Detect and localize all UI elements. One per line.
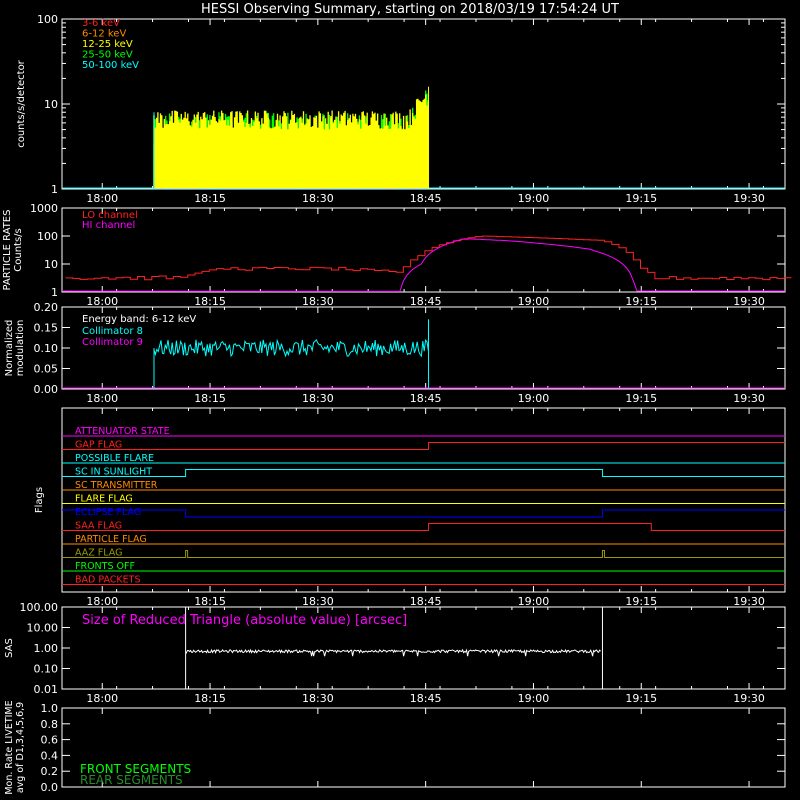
y-tick-label: 1000 <box>30 202 58 215</box>
time-tick-label: 19:30 <box>733 692 765 705</box>
time-tick-label: 18:30 <box>302 595 334 608</box>
time-tick-label: 19:00 <box>518 392 550 405</box>
time-tick-label: 19:15 <box>625 392 657 405</box>
y-tick-label: 0.2 <box>41 765 59 778</box>
flag-label-SC-TRANSMITTER: SC TRANSMITTER <box>75 480 158 491</box>
y-tick-label: 10 <box>44 98 58 111</box>
time-tick-label: 18:15 <box>194 295 226 308</box>
legend-entry-50-100-keV: 50-100 keV <box>82 60 139 71</box>
y-tick-label: 0.10 <box>34 663 59 676</box>
time-tick-label: 18:30 <box>302 392 334 405</box>
y-tick-label: 0.20 <box>34 301 59 314</box>
legend-entry-HI-channel: HI channel <box>82 220 135 231</box>
flag-label-PARTICLE-FLAG: PARTICLE FLAG <box>75 534 147 545</box>
time-tick-label: 19:15 <box>625 595 657 608</box>
flag-label-GAP-FLAG: GAP FLAG <box>75 440 122 451</box>
y-tick-label: 1 <box>51 286 58 299</box>
time-tick-label: 18:45 <box>410 192 442 205</box>
y-tick-label: 0.8 <box>41 718 59 731</box>
hessi-summary-figure: HESSI Observing Summary, starting on 201… <box>0 0 800 800</box>
figure-title: HESSI Observing Summary, starting on 201… <box>201 2 619 17</box>
time-tick-label: 19:00 <box>518 595 550 608</box>
legend-entry-6-12-keV: 6-12 keV <box>82 29 126 40</box>
flag-label-ECLIPSE-FLAG: ECLIPSE FLAG <box>75 507 141 518</box>
legend-entry-12-25-keV: 12-25 keV <box>82 39 133 50</box>
time-tick-label: 19:00 <box>518 192 550 205</box>
time-tick-label: 18:45 <box>410 595 442 608</box>
particle-axis-label-1: PARTICLE RATES <box>2 210 13 291</box>
y-tick-label: 0.4 <box>41 749 59 762</box>
modulation-energy-band-label: Energy band: 6-12 keV <box>82 314 196 325</box>
y-tick-label: 10.00 <box>27 622 59 635</box>
y-tick-label: 0.00 <box>34 383 59 396</box>
time-tick-label: 18:30 <box>302 295 334 308</box>
modulation-axis-label-1: Normalized <box>4 320 15 377</box>
flag-label-FLARE-FLAG: FLARE FLAG <box>75 494 133 505</box>
rates-axis-label: counts/s/detector <box>16 59 27 147</box>
y-tick-label: 1.0 <box>41 702 59 715</box>
time-tick-label: 18:00 <box>86 192 118 205</box>
time-tick-label: 18:00 <box>86 692 118 705</box>
flag-label-BAD-PACKETS: BAD PACKETS <box>75 575 141 586</box>
y-tick-label: 1.00 <box>34 642 59 655</box>
y-tick-label: 0.05 <box>34 363 59 376</box>
time-tick-label: 19:30 <box>733 295 765 308</box>
time-tick-label: 19:30 <box>733 192 765 205</box>
time-tick-label: 19:15 <box>625 192 657 205</box>
time-tick-label: 19:00 <box>518 295 550 308</box>
flag-label-SAA-FLAG: SAA FLAG <box>75 521 122 532</box>
time-tick-label: 19:30 <box>733 392 765 405</box>
time-tick-label: 18:45 <box>410 392 442 405</box>
legend-entry-3-6-keV: 3-6 keV <box>82 18 120 29</box>
time-tick-label: 18:30 <box>302 192 334 205</box>
y-tick-label: 100.00 <box>20 601 59 614</box>
livetime-axis-label-1: Mon. Rate LIVETIME <box>4 700 15 794</box>
y-tick-label: 1 <box>51 183 58 196</box>
time-tick-label: 18:00 <box>86 295 118 308</box>
particle-axis-label-2: Counts/s <box>13 228 24 272</box>
legend-entry-Collimator-9: Collimator 9 <box>82 337 143 348</box>
y-tick-label: 100 <box>37 230 58 243</box>
time-tick-label: 19:30 <box>733 595 765 608</box>
time-tick-label: 18:15 <box>194 595 226 608</box>
y-tick-label: 0.15 <box>34 322 59 335</box>
flag-label-SC-IN-SUNLIGHT: SC IN SUNLIGHT <box>75 467 152 478</box>
flag-label-FRONTS-OFF: FRONTS OFF <box>75 561 135 572</box>
time-tick-label: 18:45 <box>410 692 442 705</box>
y-tick-label: 0.10 <box>34 342 59 355</box>
flag-label-POSSIBLE-FLARE: POSSIBLE FLARE <box>75 453 154 464</box>
livetime-axis-label-2: avg of D1,3,4,5,6,9 <box>15 702 26 793</box>
legend-entry-Collimator-8: Collimator 8 <box>82 326 143 337</box>
flag-label-ATTENUATOR-STATE: ATTENUATOR STATE <box>75 426 170 437</box>
sas-axis-label: SAS <box>4 638 15 658</box>
time-tick-label: 19:15 <box>625 295 657 308</box>
time-tick-label: 18:15 <box>194 692 226 705</box>
time-tick-label: 18:15 <box>194 192 226 205</box>
y-tick-label: 0.0 <box>41 781 59 794</box>
time-tick-label: 18:45 <box>410 295 442 308</box>
flag-label-AAZ-FLAG: AAZ FLAG <box>75 548 122 559</box>
time-tick-label: 19:15 <box>625 692 657 705</box>
time-tick-label: 18:00 <box>86 392 118 405</box>
y-tick-label: 0.01 <box>34 683 59 696</box>
legend-entry-REAR-SEGMENTS: REAR SEGMENTS <box>80 773 183 787</box>
sas-annotation: Size of Reduced Triangle (absolute value… <box>82 613 407 628</box>
legend-entry-25-50-keV: 25-50 keV <box>82 50 133 61</box>
y-tick-label: 100 <box>37 13 58 26</box>
time-tick-label: 19:00 <box>518 692 550 705</box>
y-tick-label: 0.6 <box>41 734 59 747</box>
time-tick-label: 18:30 <box>302 692 334 705</box>
flags-axis-label: Flags <box>34 487 45 513</box>
y-tick-label: 10 <box>44 258 58 271</box>
time-tick-label: 18:00 <box>86 595 118 608</box>
time-tick-label: 18:15 <box>194 392 226 405</box>
modulation-axis-label-2: modulation <box>15 320 26 377</box>
